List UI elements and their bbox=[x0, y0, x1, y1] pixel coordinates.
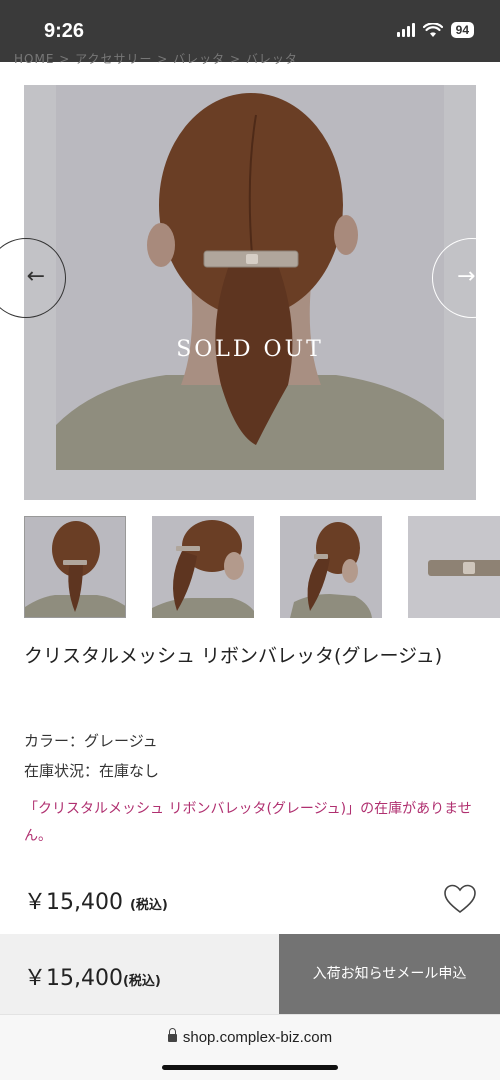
status-time: 9:26 bbox=[44, 20, 85, 42]
arrow-right-icon: → bbox=[457, 264, 476, 289]
arrow-left-icon: ← bbox=[26, 264, 45, 289]
product-attributes: カラー：グレージュ 在庫状況：在庫なし bbox=[24, 726, 159, 786]
product-photo bbox=[56, 85, 444, 470]
lock-icon bbox=[167, 1028, 177, 1042]
thumbnail-3[interactable] bbox=[280, 516, 382, 618]
product-main-image[interactable]: SOLD OUT bbox=[24, 85, 476, 500]
thumbnail-photo bbox=[152, 516, 254, 618]
breadcrumb[interactable]: HOME > アクセサリー > バレッタ > バレッタ bbox=[14, 50, 484, 64]
stock-row: 在庫状況：在庫なし bbox=[24, 756, 159, 786]
stock-label: 在庫状況： bbox=[24, 762, 100, 780]
status-icons: 94 bbox=[396, 22, 474, 38]
bottom-price-value: ￥15,400 bbox=[24, 966, 123, 991]
thumbnail-photo bbox=[25, 517, 125, 617]
thumbnail-strip bbox=[24, 516, 500, 618]
price: ￥15,400 (税込) bbox=[24, 884, 168, 916]
bottom-price: ￥15,400(税込) bbox=[24, 960, 161, 992]
color-value: グレージュ bbox=[84, 732, 158, 750]
product-title: クリスタルメッシュ リボンバレッタ(グレージュ) bbox=[24, 645, 443, 667]
out-of-stock-notice: 「クリスタルメッシュ リボンバレッタ(グレージュ)」の在庫がありません。 bbox=[24, 801, 472, 844]
thumbnail-1[interactable] bbox=[24, 516, 126, 618]
sticky-purchase-bar: ￥15,400(税込) 入荷お知らせメール申込 bbox=[0, 934, 500, 1014]
thumbnail-photo bbox=[408, 516, 500, 618]
url-text: shop.complex-biz.com bbox=[182, 1029, 333, 1046]
cellular-signal-icon bbox=[396, 23, 415, 37]
color-row: カラー：グレージュ bbox=[24, 726, 159, 756]
wifi-icon bbox=[422, 22, 443, 37]
restock-notify-button[interactable]: 入荷お知らせメール申込 bbox=[279, 934, 500, 1014]
thumbnail-4[interactable] bbox=[408, 516, 500, 618]
thumbnail-2[interactable] bbox=[152, 516, 254, 618]
color-label: カラー： bbox=[24, 732, 85, 750]
home-indicator[interactable] bbox=[162, 1065, 338, 1070]
tax-note: (税込) bbox=[129, 898, 168, 913]
bottom-tax-note: (税込) bbox=[122, 974, 161, 989]
url-display[interactable]: shop.complex-biz.com bbox=[0, 1028, 500, 1046]
thumbnail-photo bbox=[280, 516, 382, 618]
sold-out-badge: SOLD OUT bbox=[176, 337, 324, 362]
price-value: ￥15,400 bbox=[24, 890, 123, 915]
battery-icon: 94 bbox=[450, 22, 474, 38]
stock-value: 在庫なし bbox=[99, 762, 160, 780]
browser-url-bar[interactable]: shop.complex-biz.com bbox=[0, 1014, 500, 1080]
heart-icon[interactable] bbox=[444, 884, 476, 914]
